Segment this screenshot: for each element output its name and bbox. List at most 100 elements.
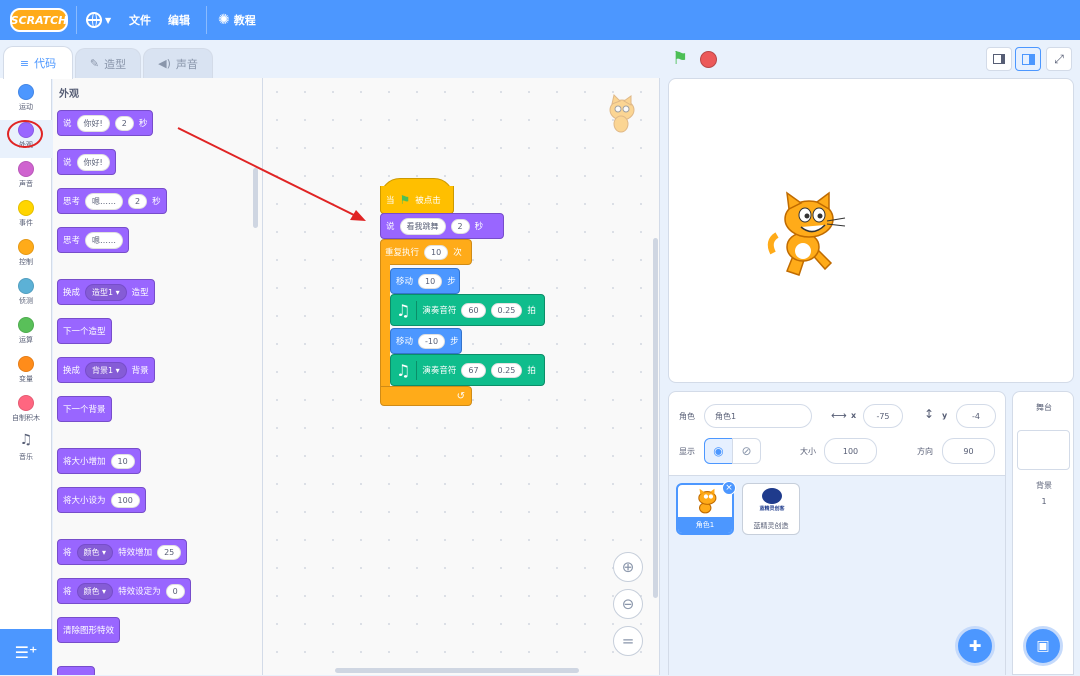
tutorials-menu[interactable]: ✺ 教程 [218,0,256,40]
say-for-secs-block[interactable]: 说 看我跳舞 2 秒 [380,213,504,239]
choose-sprite-button[interactable]: ✚ [955,626,995,666]
delete-sprite-button[interactable]: × [722,481,736,495]
category-sound[interactable]: 声音 [0,159,52,197]
scratch-logo[interactable]: SCRATCH [10,8,68,32]
choose-backdrop-button[interactable]: ▣ [1023,626,1063,666]
when-flag-clicked-block[interactable]: 当 ⚑ 被点击 [380,186,454,214]
green-flag-button[interactable]: ⚑ [672,49,692,69]
zoom-in-button[interactable]: ⊕ [613,552,643,582]
partial-block[interactable] [57,666,95,675]
sprite-name-input[interactable]: 角色1 [704,404,812,428]
size-label: 大小 [800,447,816,456]
category-sensing[interactable]: 侦测 [0,276,52,314]
x-input[interactable]: -75 [863,404,903,428]
category-music[interactable]: ♫ 音乐 [0,432,52,470]
play-note-block[interactable]: ♫ 演奏音符 67 0.25 拍 [390,354,545,386]
effect-dropdown[interactable]: 颜色 ▾ [76,582,114,600]
set-effect-block[interactable]: 将 颜色 ▾ 特效设定为 0 [57,578,191,604]
tab-costumes[interactable]: ✎ 造型 [75,48,141,78]
say-text-input[interactable]: 你好! [76,114,110,132]
category-control[interactable]: 控制 [0,237,52,275]
say-text-input[interactable]: 看我跳舞 [399,217,446,235]
direction-input[interactable]: 90 [942,438,995,464]
next-backdrop-block[interactable]: 下一个背景 [57,396,112,422]
sprite-thumb[interactable]: 蓝精灵创客 蓝精灵创造 [742,483,800,535]
clear-effects-block[interactable]: 清除图形特效 [57,617,121,643]
move-steps-block[interactable]: 移动 10 步 [390,268,460,294]
stage[interactable] [668,78,1074,383]
sprite-info: 角色 角色1 ⟷ x -75 ↕ y -4 显示 ◉ ⊘ 大小 100 方向 9… [669,392,1005,476]
beats-input[interactable]: 0.25 [490,362,523,378]
change-effect-block[interactable]: 将 颜色 ▾ 特效增加 25 [57,539,188,565]
switch-costume-block[interactable]: 换成 造型1 ▾ 造型 [57,279,155,305]
think-text-input[interactable]: 嗯…… [85,231,124,249]
think-text-input[interactable]: 嗯…… [85,192,124,210]
block-text: 将大小增加 [63,457,106,467]
think-for-secs-block[interactable]: 思考 嗯…… 2 秒 [57,188,167,214]
effect-set-input[interactable]: 0 [165,583,185,599]
category-events[interactable]: 事件 [0,198,52,236]
workspace-horizontal-scrollbar[interactable] [335,668,579,673]
think-block[interactable]: 思考 嗯…… [57,227,130,253]
note-input[interactable]: 60 [461,302,486,318]
hide-sprite-button[interactable]: ⊘ [732,438,761,464]
costume-dropdown[interactable]: 造型1 ▾ [85,283,127,301]
tab-sounds-label: 声音 [175,57,198,71]
steps-input[interactable]: -10 [418,333,446,349]
zoom-reset-button[interactable]: = [613,626,643,656]
music-notes-icon: ♫ [396,300,418,320]
stage-selector[interactable]: 舞台 背景 1 ▣ [1012,391,1074,675]
backdrop-dropdown[interactable]: 背景1 ▾ [85,361,127,379]
y-input[interactable]: -4 [956,404,996,428]
size-change-input[interactable]: 10 [110,453,135,469]
secs-input[interactable]: 2 [128,193,148,209]
set-size-block[interactable]: 将大小设为 100 [57,487,146,513]
file-menu[interactable]: 文件 [129,0,151,40]
category-operators[interactable]: 运算 [0,315,52,353]
note-input[interactable]: 67 [461,362,486,378]
size-set-input[interactable]: 100 [110,492,140,508]
category-label: 侦测 [19,297,33,305]
zoom-out-button[interactable]: ⊖ [613,589,643,619]
workspace-vertical-scrollbar[interactable] [653,238,658,598]
secs-input[interactable]: 2 [450,218,470,234]
large-stage-button[interactable] [1015,47,1041,71]
code-workspace[interactable]: 当 ⚑ 被点击 说 看我跳舞 2 秒 重复执行 10 次 ↺ 移动 10 步 ♫… [263,78,660,675]
switch-backdrop-block[interactable]: 换成 背景1 ▾ 背景 [57,357,155,383]
repeat-times-input[interactable]: 10 [424,244,449,260]
next-costume-block[interactable]: 下一个造型 [57,318,112,344]
small-stage-button[interactable] [986,47,1012,71]
sprite-cat-on-stage[interactable] [765,191,851,281]
stage-thumbnail[interactable] [1017,430,1070,470]
fullscreen-button[interactable]: ⤢ [1046,47,1072,71]
sprite-thumb-selected[interactable]: 角色1 × [676,481,736,535]
block-text: 将大小设为 [63,496,106,506]
stop-button[interactable] [700,51,717,68]
effect-change-input[interactable]: 25 [157,544,182,560]
palette-scrollbar[interactable] [253,168,258,228]
tab-sounds[interactable]: ◀) 声音 [143,48,213,78]
eye-icon: ◉ [713,444,724,458]
say-for-secs-block[interactable]: 说 你好! 2 秒 [57,110,154,136]
category-motion[interactable]: 运动 [0,82,52,120]
steps-input[interactable]: 10 [418,273,443,289]
play-note-block[interactable]: ♫ 演奏音符 60 0.25 拍 [390,294,545,326]
tab-code[interactable]: ≡ 代码 [3,46,73,79]
language-menu[interactable]: ▼ [86,0,111,40]
effect-dropdown[interactable]: 颜色 ▾ [76,543,114,561]
add-extension-button[interactable]: ☰⁺ [0,629,52,675]
say-text-input[interactable]: 你好! [76,153,110,171]
show-sprite-button[interactable]: ◉ [704,438,733,464]
change-size-block[interactable]: 将大小增加 10 [57,448,141,474]
category-variables[interactable]: 变量 [0,354,52,392]
say-block[interactable]: 说 你好! [57,149,116,175]
category-label: 变量 [19,375,33,383]
block-text: 特效增加 [118,548,153,558]
category-my-blocks[interactable]: 自制积木 [0,393,52,431]
edit-menu[interactable]: 编辑 [168,0,190,40]
repeat-block[interactable]: 重复执行 10 次 [380,239,472,265]
beats-input[interactable]: 0.25 [490,302,523,318]
move-steps-block[interactable]: 移动 -10 步 [390,328,462,354]
secs-input[interactable]: 2 [114,115,134,131]
size-input[interactable]: 100 [824,438,877,464]
